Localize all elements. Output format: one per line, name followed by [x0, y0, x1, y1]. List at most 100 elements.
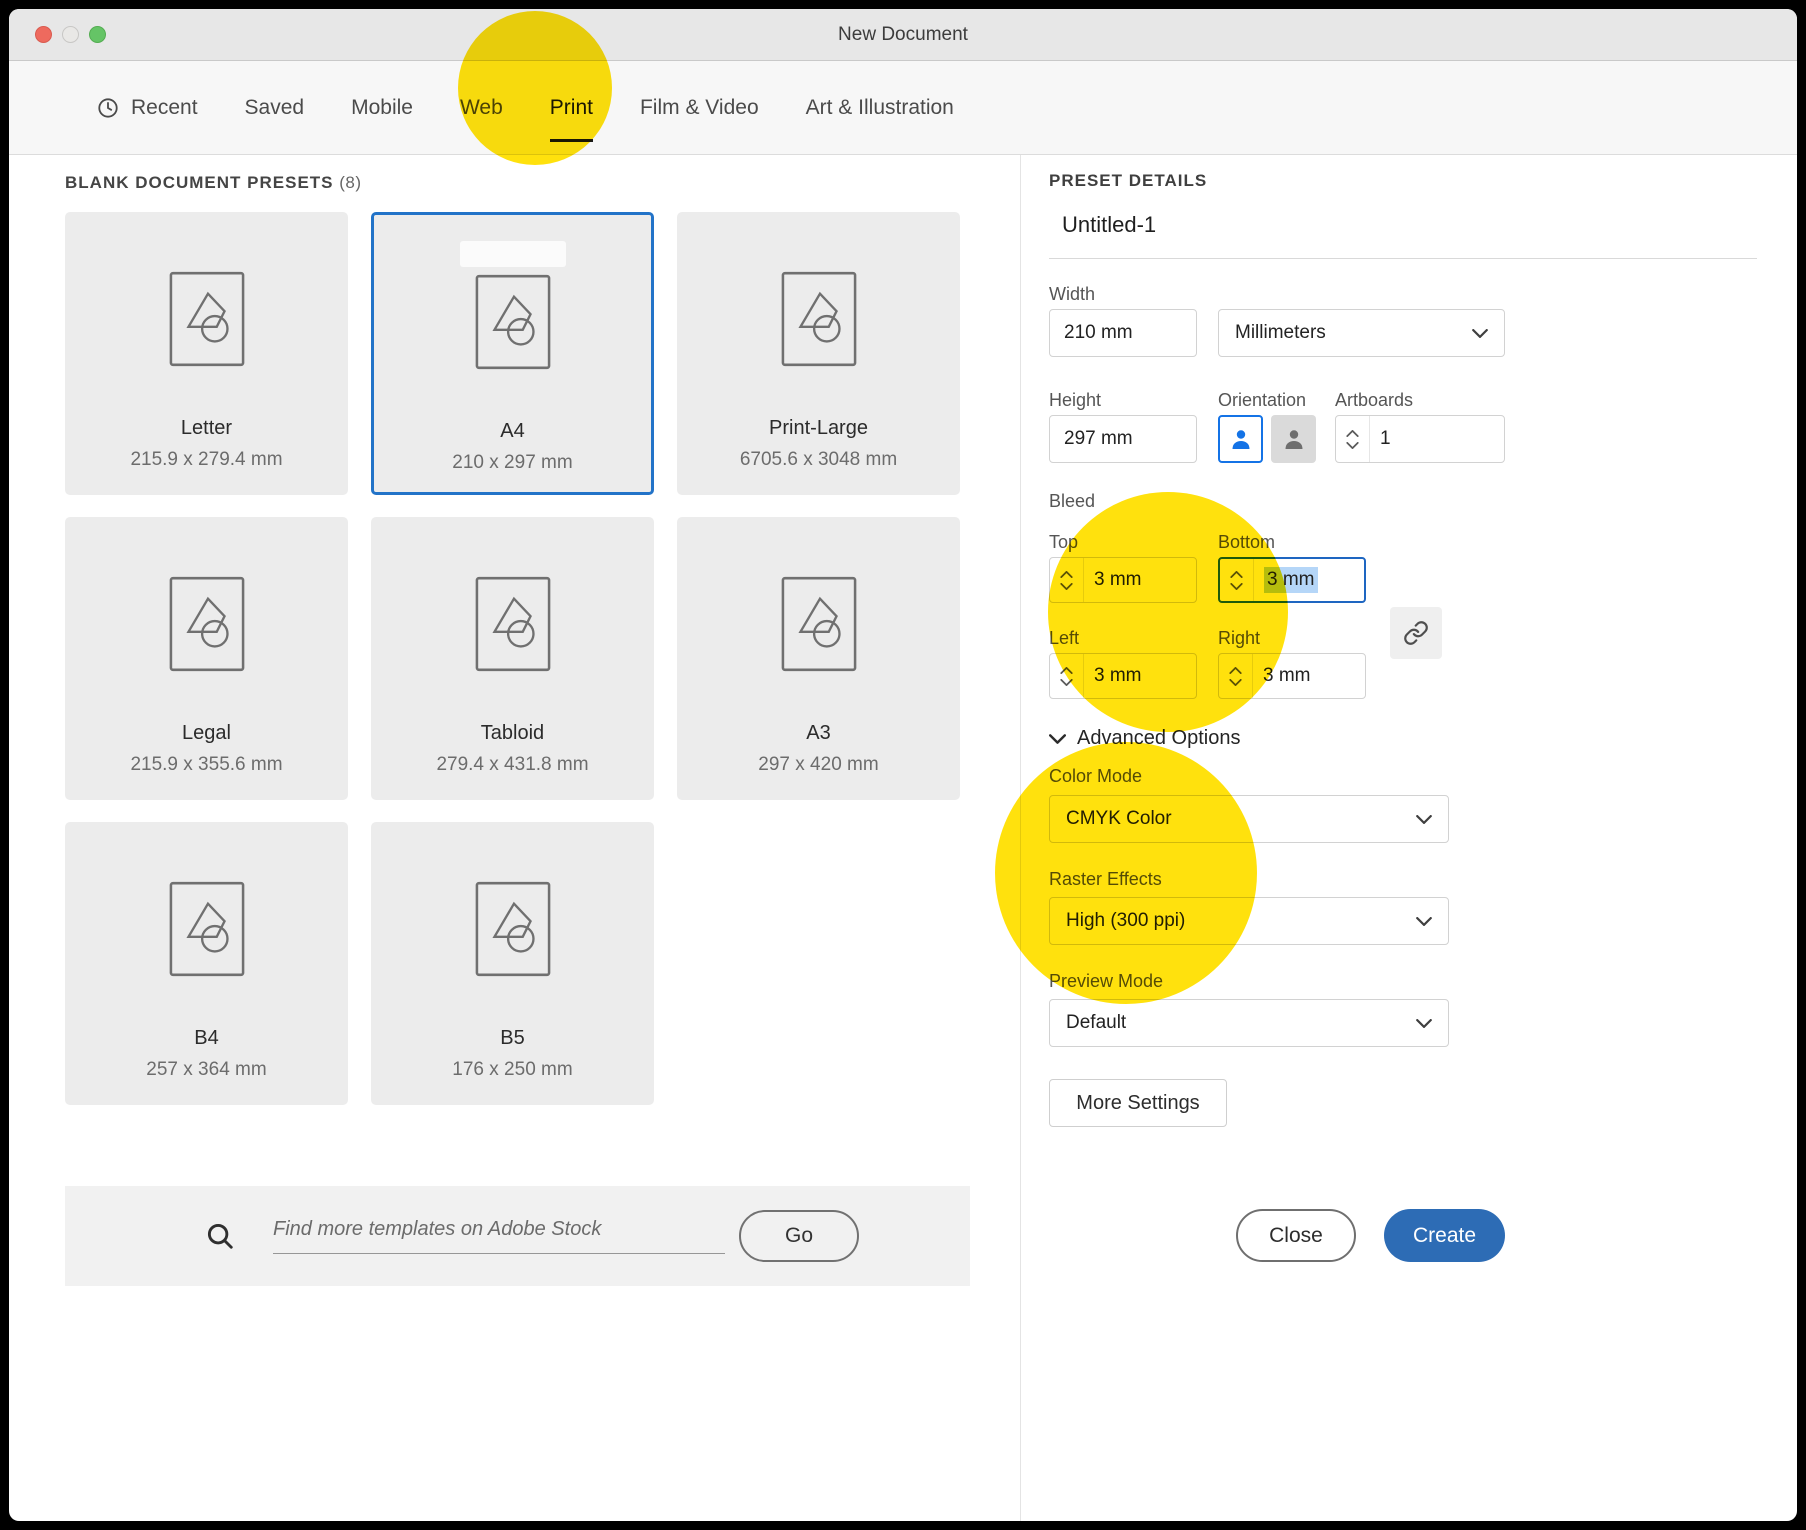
- tab-print[interactable]: Print: [550, 61, 593, 154]
- color-mode-dropdown[interactable]: CMYK Color: [1049, 795, 1449, 843]
- raster-effects-label: Raster Effects: [1049, 869, 1162, 890]
- chevron-down-icon: [1346, 442, 1359, 449]
- orientation-label: Orientation: [1218, 390, 1306, 411]
- preset-dims: 257 x 364 mm: [146, 1059, 266, 1081]
- preset-card-print-large[interactable]: Print-Large 6705.6 x 3048 mm: [677, 212, 960, 495]
- height-value: 297 mm: [1064, 428, 1133, 450]
- bleed-top-input[interactable]: 3 mm: [1049, 557, 1197, 603]
- tab-label: Film & Video: [640, 96, 759, 120]
- preset-card-letter[interactable]: Letter 215.9 x 279.4 mm: [65, 212, 348, 495]
- chevron-down-icon: [1060, 583, 1073, 590]
- preset-name: Tabloid: [481, 722, 544, 745]
- bleed-top-stepper[interactable]: [1050, 558, 1084, 602]
- go-button[interactable]: Go: [739, 1210, 859, 1262]
- close-button[interactable]: Close: [1236, 1209, 1356, 1262]
- tab-mobile[interactable]: Mobile: [351, 61, 413, 154]
- stock-search-placeholder: Find more templates on Adobe Stock: [273, 1218, 601, 1240]
- preset-card-b4[interactable]: B4 257 x 364 mm: [65, 822, 348, 1105]
- search-icon: [205, 1221, 235, 1251]
- document-icon: [474, 880, 552, 983]
- bleed-top-label: Top: [1049, 532, 1078, 553]
- preset-dims: 210 x 297 mm: [452, 452, 572, 474]
- stock-search-input[interactable]: Find more templates on Adobe Stock: [273, 1218, 725, 1254]
- bleed-left-value: 3 mm: [1094, 665, 1142, 687]
- selected-card-flag: [460, 241, 566, 267]
- panel-divider: [1020, 155, 1021, 1521]
- preset-grid: Letter 215.9 x 279.4 mm A4 210 x 297 mm …: [65, 212, 960, 1105]
- preset-card-b5[interactable]: B5 176 x 250 mm: [371, 822, 654, 1105]
- raster-effects-dropdown[interactable]: High (300 ppi): [1049, 897, 1449, 945]
- color-mode-label: Color Mode: [1049, 766, 1142, 787]
- document-icon: [780, 270, 858, 373]
- document-icon: [780, 575, 858, 678]
- chevron-up-icon: [1229, 667, 1242, 674]
- preset-name: A4: [500, 420, 524, 443]
- tab-art-illustration[interactable]: Art & Illustration: [806, 61, 954, 154]
- presets-heading: BLANK DOCUMENT PRESETS (8): [65, 173, 362, 193]
- preview-mode-dropdown[interactable]: Default: [1049, 999, 1449, 1047]
- bleed-right-input[interactable]: 3 mm: [1218, 653, 1366, 699]
- preset-card-legal[interactable]: Legal 215.9 x 355.6 mm: [65, 517, 348, 800]
- advanced-options-toggle[interactable]: Advanced Options: [1049, 727, 1240, 750]
- chevron-up-icon: [1060, 667, 1073, 674]
- bleed-right-stepper[interactable]: [1219, 654, 1253, 698]
- preset-card-a3[interactable]: A3 297 x 420 mm: [677, 517, 960, 800]
- preview-mode-value: Default: [1066, 1012, 1416, 1034]
- bleed-label: Bleed: [1049, 491, 1095, 512]
- chevron-down-icon: [1230, 583, 1243, 590]
- create-button-label: Create: [1413, 1224, 1476, 1248]
- height-input[interactable]: 297 mm: [1049, 415, 1197, 463]
- preset-dims: 6705.6 x 3048 mm: [740, 449, 897, 471]
- bleed-bottom-label: Bottom: [1218, 532, 1275, 553]
- new-document-dialog: New Document Recent Saved Mobile Web Pri…: [9, 9, 1797, 1521]
- preset-name: Print-Large: [769, 417, 868, 440]
- bleed-top-value: 3 mm: [1094, 569, 1142, 591]
- bleed-left-stepper[interactable]: [1050, 654, 1084, 698]
- preview-mode-label: Preview Mode: [1049, 971, 1163, 992]
- artboards-label: Artboards: [1335, 390, 1413, 411]
- stock-search-bar: Find more templates on Adobe Stock Go: [65, 1186, 970, 1286]
- advanced-options-label: Advanced Options: [1077, 727, 1240, 750]
- chevron-up-icon: [1346, 430, 1359, 437]
- width-input[interactable]: 210 mm: [1049, 309, 1197, 357]
- preset-card-tabloid[interactable]: Tabloid 279.4 x 431.8 mm: [371, 517, 654, 800]
- minimize-window-button[interactable]: [62, 26, 79, 43]
- chevron-up-icon: [1060, 571, 1073, 578]
- document-icon: [168, 575, 246, 678]
- window-title: New Document: [838, 24, 968, 46]
- orientation-landscape-button[interactable]: [1271, 415, 1316, 463]
- preset-details-heading: PRESET DETAILS: [1049, 171, 1207, 191]
- zoom-window-button[interactable]: [89, 26, 106, 43]
- more-settings-button[interactable]: More Settings: [1049, 1079, 1227, 1127]
- bleed-link-button[interactable]: [1390, 607, 1442, 659]
- tab-saved[interactable]: Saved: [245, 61, 305, 154]
- close-window-button[interactable]: [35, 26, 52, 43]
- tab-label: Print: [550, 96, 593, 120]
- bleed-bottom-stepper[interactable]: [1220, 559, 1254, 601]
- artboards-stepper-arrows[interactable]: [1336, 416, 1370, 462]
- orientation-portrait-button[interactable]: [1218, 415, 1263, 463]
- units-value: Millimeters: [1235, 322, 1472, 344]
- tab-film-video[interactable]: Film & Video: [640, 61, 759, 154]
- close-button-label: Close: [1269, 1224, 1323, 1248]
- document-icon: [474, 575, 552, 678]
- document-name-field[interactable]: Untitled-1: [1062, 212, 1156, 238]
- document-icon: [474, 273, 552, 376]
- create-button[interactable]: Create: [1384, 1209, 1505, 1262]
- document-icon: [168, 270, 246, 373]
- tab-recent[interactable]: Recent: [97, 61, 198, 154]
- bleed-left-input[interactable]: 3 mm: [1049, 653, 1197, 699]
- bleed-bottom-input[interactable]: 3 mm: [1218, 557, 1366, 603]
- color-mode-value: CMYK Color: [1066, 808, 1416, 830]
- height-label: Height: [1049, 390, 1101, 411]
- presets-heading-text: BLANK DOCUMENT PRESETS: [65, 173, 334, 192]
- document-icon: [168, 880, 246, 983]
- tab-web[interactable]: Web: [460, 61, 503, 154]
- portrait-person-icon: [1229, 427, 1253, 451]
- go-button-label: Go: [785, 1224, 813, 1248]
- artboards-stepper[interactable]: 1: [1335, 415, 1505, 463]
- category-tabs: Recent Saved Mobile Web Print Film & Vid…: [9, 61, 1797, 155]
- units-dropdown[interactable]: Millimeters: [1218, 309, 1505, 357]
- chevron-down-icon: [1472, 329, 1488, 338]
- preset-card-a4[interactable]: A4 210 x 297 mm: [371, 212, 654, 495]
